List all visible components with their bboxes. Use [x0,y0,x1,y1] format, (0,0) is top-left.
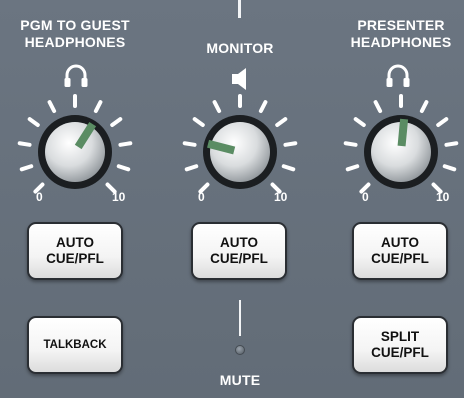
knob-tick [258,100,268,114]
knob-tick [444,141,459,147]
knob-tick [47,100,57,114]
knob-tick [436,117,449,127]
knob-tick [419,100,429,114]
knob-tick [192,117,205,127]
monitor-volume-knob[interactable] [170,82,310,222]
knob-indicator [397,118,409,147]
knob-tick [118,141,133,147]
knob-face [210,122,270,182]
pgm-guest-auto-cue-button[interactable]: AUTO CUE/PFL [27,222,123,280]
knob-tick [353,117,366,127]
knob-tick [345,164,360,172]
knob-tick [275,117,288,127]
presenter-scale-min: 0 [362,190,369,204]
monitor-scale-min: 0 [198,190,205,204]
monitor-auto-cue-button[interactable]: AUTO CUE/PFL [191,222,287,280]
knob-tick [373,100,383,114]
split-cue-button[interactable]: SPLIT CUE/PFL [352,316,448,374]
knob-tick [343,141,358,147]
knob-tick [281,164,296,172]
mute-divider [239,300,241,336]
knob-tick [19,164,34,172]
monitor-scale-max: 10 [274,190,288,204]
presenter-auto-cue-button[interactable]: AUTO CUE/PFL [352,222,448,280]
knob-tick [283,141,298,147]
top-divider [238,0,241,18]
pgm-guest-scale-max: 10 [112,190,126,204]
knob-tick [212,100,222,114]
knob-tick [116,164,131,172]
knob-tick [442,164,457,172]
knob-tick [93,100,103,114]
audio-control-panel: PGM TO GUEST HEADPHONES 0 10 AUTO CUE/PF… [0,0,464,398]
knob-tick [110,117,123,127]
monitor-title: MONITOR [206,40,274,56]
knob-face [45,122,105,182]
knob-tick [182,141,197,147]
knob-tick [17,141,32,147]
knob-tick [27,117,40,127]
knob-tick [184,164,199,172]
talkback-button[interactable]: TALKBACK [27,316,123,374]
pgm-guest-scale-min: 0 [36,190,43,204]
mute-label: MUTE [219,372,261,388]
mute-led [235,345,245,355]
presenter-scale-max: 10 [436,190,450,204]
presenter-title: PRESENTER HEADPHONES [350,17,452,50]
pgm-guest-title: PGM TO GUEST HEADPHONES [20,17,130,50]
